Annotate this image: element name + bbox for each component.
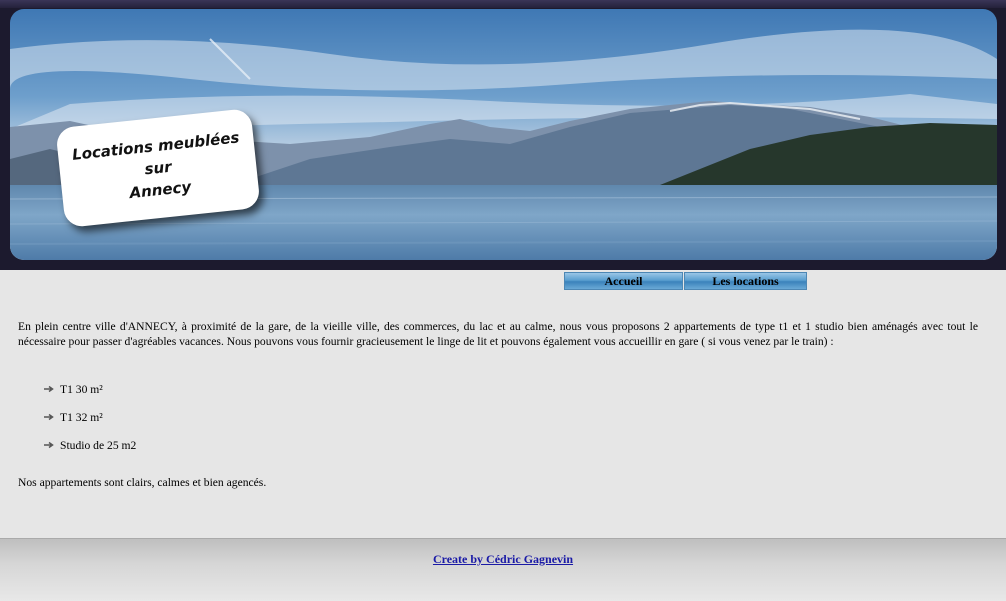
list-item: T1 30 m² (44, 375, 136, 403)
arrow-bullet-icon (44, 385, 54, 393)
footer: Create by Cédric Gagnevin (0, 538, 1006, 601)
sign-line-2: sur (143, 157, 173, 179)
list-item-label: T1 32 m² (60, 410, 103, 424)
list-item-label: Studio de 25 m2 (60, 438, 137, 452)
arrow-bullet-icon (44, 441, 54, 449)
closing-paragraph: Nos appartements sont clairs, calmes et … (18, 476, 267, 489)
list-item: Studio de 25 m2 (44, 431, 136, 459)
list-item-label: T1 30 m² (60, 382, 103, 396)
apartment-list: T1 30 m² T1 32 m² Studio de 25 m2 (44, 375, 136, 459)
intro-paragraph: En plein centre ville d'ANNECY, à proxim… (18, 320, 978, 348)
sign-line-3: Annecy (128, 177, 192, 203)
header-banner: Locations meublées sur Annecy (0, 0, 1006, 270)
header-top-strip (0, 0, 1006, 8)
main-nav: Accueil Les locations (564, 272, 807, 290)
list-item: T1 32 m² (44, 403, 136, 431)
site-logo-sign: Locations meublées sur Annecy (55, 108, 261, 228)
arrow-bullet-icon (44, 413, 54, 421)
footer-credit-link[interactable]: Create by Cédric Gagnevin (0, 552, 1006, 567)
main-content: En plein centre ville d'ANNECY, à proxim… (18, 319, 978, 349)
nav-item-les-locations[interactable]: Les locations (684, 272, 807, 290)
nav-item-accueil[interactable]: Accueil (564, 272, 683, 290)
